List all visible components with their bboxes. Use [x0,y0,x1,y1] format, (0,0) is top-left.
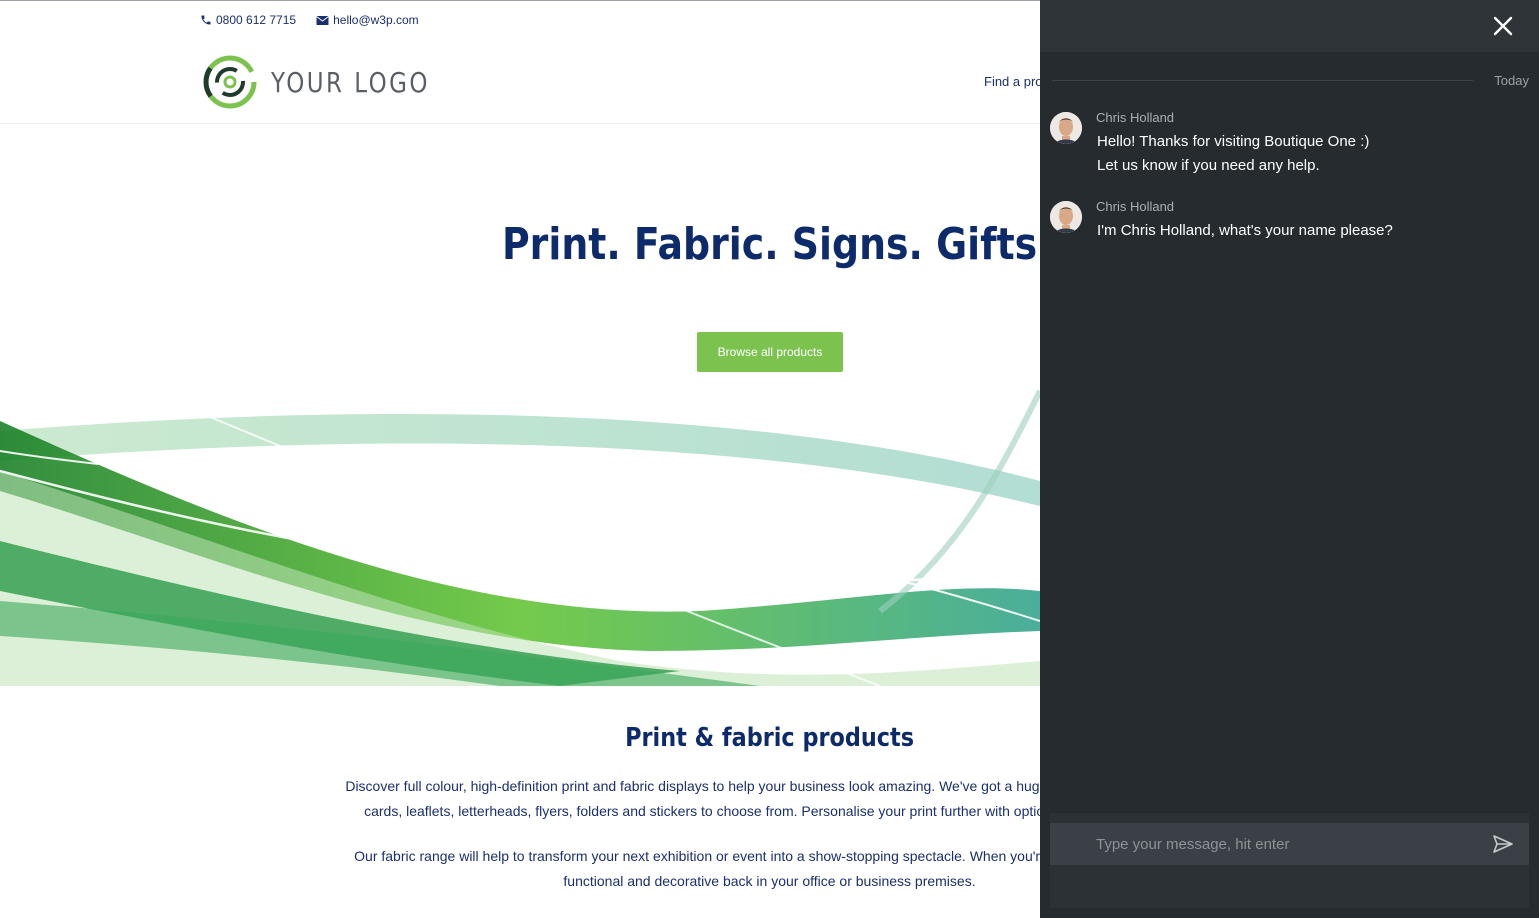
message-author: Chris Holland [1096,110,1175,125]
send-icon[interactable] [1493,835,1513,853]
products-section-title: Print & fabric products [625,723,915,753]
phone-number: 0800 612 7715 [216,13,297,27]
products-paragraph-1-line-2: cards, leaflets, letterheads, flyers, fo… [364,803,1040,819]
hero-title: Print. Fabric. Signs. Gifts [501,219,1038,270]
site-header: 0800 612 7715 hello@w3p.com YOUR LOGO Fi… [0,1,1040,124]
website: 0800 612 7715 hello@w3p.com YOUR LOGO Fi… [0,0,1040,918]
hero-wave-graphic [0,330,1040,686]
message-text-line: I'm Chris Holland, what's your name plea… [1097,222,1393,239]
agent-avatar [1050,112,1082,144]
contact-bar: 0800 612 7715 hello@w3p.com [200,13,419,27]
nav-find-product[interactable]: Find a prod [984,74,1040,89]
message-text-line: Hello! Thanks for visiting Boutique One … [1097,133,1370,150]
close-icon[interactable] [1491,14,1515,38]
phone-icon [201,15,211,25]
logo-text: YOUR LOGO [271,65,430,99]
chat-header [1040,0,1539,52]
message-author: Chris Holland [1096,199,1175,214]
message-text-line: Let us know if you need any help. [1097,157,1320,174]
products-paragraph-2-line-2: functional and decorative back in your o… [563,873,976,889]
logo-mark-icon [203,55,257,109]
email-link[interactable]: hello@w3p.com [316,13,419,27]
products-paragraph-2-line-1: Our fabric range will help to transform … [354,848,1040,864]
phone-link[interactable]: 0800 612 7715 [200,13,296,27]
products-paragraph-1-line-1: Discover full colour, high-definition pr… [345,778,1040,794]
email-address: hello@w3p.com [333,13,419,27]
date-label: Today [1494,73,1529,88]
envelope-icon [316,15,329,25]
agent-avatar [1050,201,1082,233]
date-divider [1052,80,1473,81]
message-composer [1050,813,1529,908]
site-logo[interactable]: YOUR LOGO [203,55,465,109]
browse-all-products-button[interactable]: Browse all products [697,332,843,372]
message-input[interactable] [1050,823,1529,865]
live-chat-panel: Today Chris Holland Hello! Thanks for vi… [1040,0,1539,918]
